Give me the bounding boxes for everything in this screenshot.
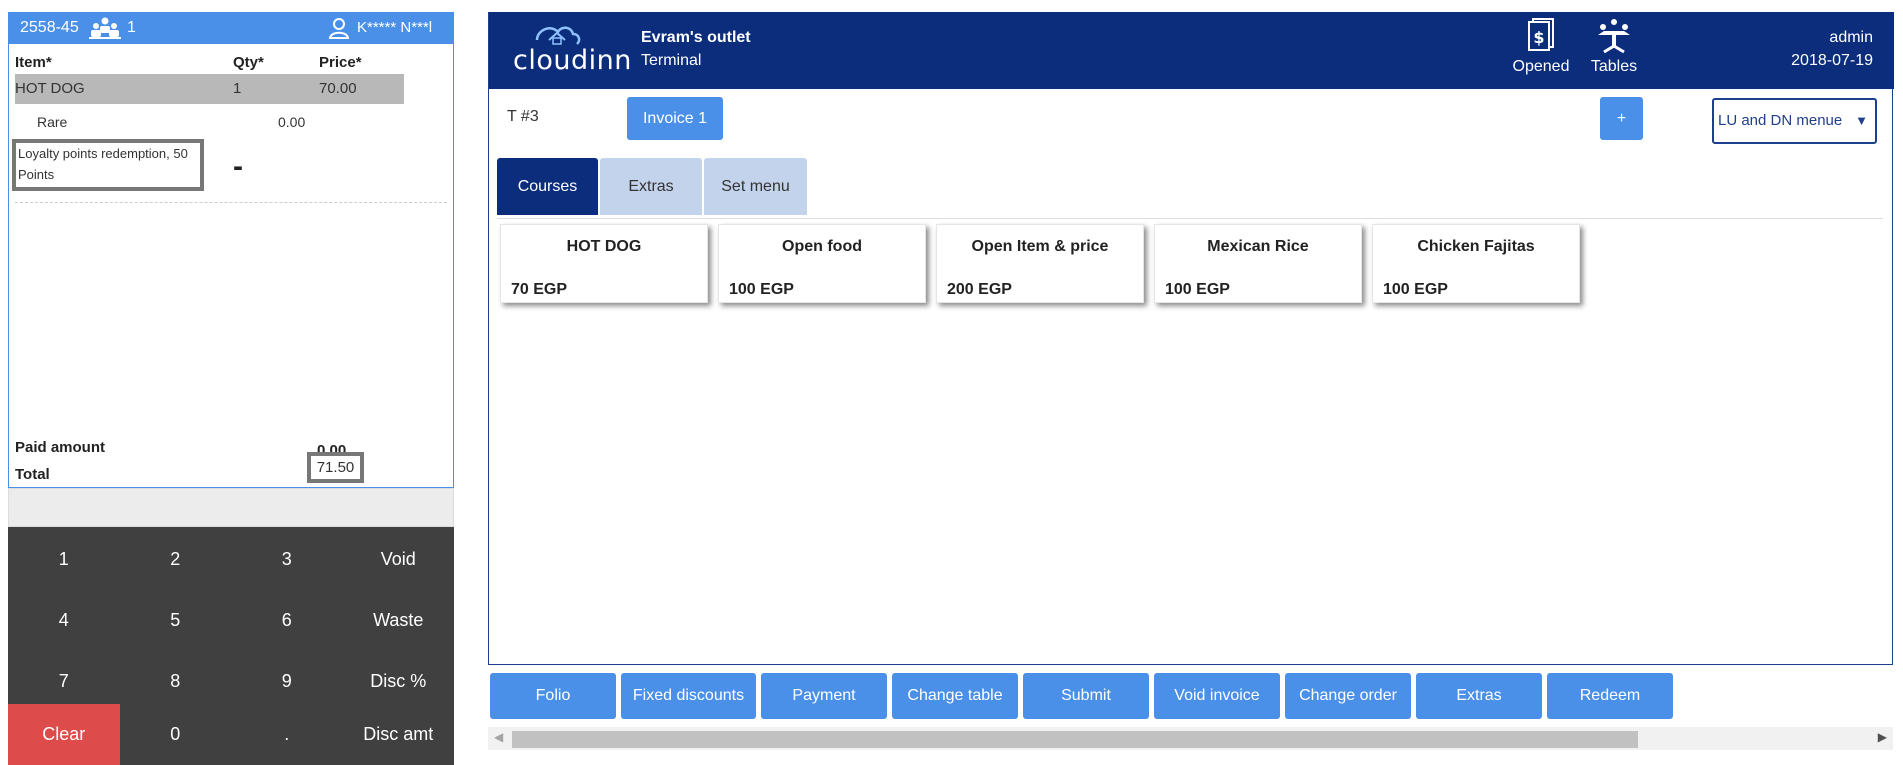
numpad-key-0[interactable]: 0 (120, 704, 232, 765)
column-header-price: Price* (319, 54, 362, 71)
receipt-icon: $ (1528, 18, 1554, 51)
menu-item-price: 200 EGP (947, 281, 1012, 298)
menu-select[interactable]: LU and DN menue ▼ (1712, 98, 1877, 144)
modifier-price: 0.00 (278, 114, 306, 130)
redeem-button[interactable]: Redeem (1547, 673, 1673, 719)
ticket-header: 2558-45 1 K***** N***l (8, 12, 454, 44)
numpad-key-6[interactable]: 6 (231, 590, 343, 651)
tables-button[interactable]: Tables (1581, 18, 1647, 84)
column-header-qty: Qty* (233, 54, 264, 71)
menu-item-name: Open Item & price (971, 238, 1109, 255)
scrollbar-thumb[interactable] (512, 731, 1638, 748)
menu-select-value: LU and DN menue (1718, 112, 1843, 129)
opened-button[interactable]: $ Opened (1508, 18, 1574, 84)
svg-text:$: $ (1533, 28, 1544, 47)
change-table-button[interactable]: Change table (892, 673, 1018, 719)
loyalty-remove-mark[interactable]: - (233, 150, 243, 184)
add-invoice-button[interactable]: + (1600, 97, 1643, 140)
table-id: 2558-45 (20, 19, 79, 36)
clear-button[interactable]: Clear (8, 704, 120, 765)
total-value: 71.50 (307, 452, 364, 483)
tab-set-menu[interactable]: Set menu (704, 158, 807, 215)
line-item-name: HOT DOG (15, 80, 85, 97)
ticket-body: Item* Qty* Price* HOT DOG 1 70.00 Rare 0… (8, 44, 454, 488)
user-icon (328, 18, 350, 39)
menu-item-name: Open food (782, 238, 862, 255)
numpad: 1 2 3 Void 4 5 6 Waste 7 8 9 Disc % Clea… (8, 527, 454, 765)
discount-amount-button[interactable]: Disc amt (343, 704, 455, 765)
ticket-panel: 2558-45 1 K***** N***l Item* Qty* Price*… (8, 12, 454, 765)
business-date: 2018-07-19 (1791, 52, 1873, 69)
change-order-button[interactable]: Change order (1285, 673, 1411, 719)
extras-button[interactable]: Extras (1416, 673, 1542, 719)
fixed-discounts-button[interactable]: Fixed discounts (621, 673, 756, 719)
menu-item-price: 70 EGP (511, 281, 568, 298)
paid-amount-label: Paid amount (15, 439, 106, 456)
payment-button[interactable]: Payment (761, 673, 887, 719)
invoice-tab-button[interactable]: Invoice 1 (627, 97, 723, 140)
tab-courses[interactable]: Courses (497, 158, 598, 215)
user-name: K***** N***l (357, 19, 433, 36)
scroll-left-icon[interactable]: ◀ (494, 730, 503, 744)
menu-item-name: Chicken Fajitas (1417, 238, 1535, 255)
menu-item-card[interactable]: HOT DOG 70 EGP (500, 224, 708, 303)
cloudinn-logo: cloudinn (511, 18, 631, 76)
outlet-name: Evram's outlet (641, 29, 751, 46)
menu-item-card[interactable]: Chicken Fajitas 100 EGP (1372, 224, 1580, 303)
terminal-name: Terminal (641, 52, 702, 69)
main-panel: cloudinn Evram's outlet Terminal $ Opene… (488, 12, 1894, 665)
column-header-item: Item* (15, 54, 52, 71)
table-icon (1598, 19, 1630, 54)
menu-item-card[interactable]: Mexican Rice 100 EGP (1154, 224, 1362, 303)
menu-item-name: Mexican Rice (1207, 238, 1309, 255)
ticket-divider (15, 202, 447, 203)
folio-button[interactable]: Folio (490, 673, 616, 719)
void-button[interactable]: Void (343, 529, 455, 590)
numpad-key-2[interactable]: 2 (120, 529, 232, 590)
horizontal-scrollbar[interactable]: ◀ ▶ (488, 727, 1893, 750)
discount-percent-button[interactable]: Disc % (343, 651, 455, 712)
ticket-line-selected[interactable]: HOT DOG 1 70.00 (15, 74, 404, 104)
total-label: Total (15, 466, 50, 483)
submit-button[interactable]: Submit (1023, 673, 1149, 719)
void-invoice-button[interactable]: Void invoice (1154, 673, 1280, 719)
waste-button[interactable]: Waste (343, 590, 455, 651)
input-display (8, 488, 454, 527)
numpad-key-decimal[interactable]: . (231, 704, 343, 765)
numpad-key-3[interactable]: 3 (231, 529, 343, 590)
numpad-key-9[interactable]: 9 (231, 651, 343, 712)
opened-label: Opened (1512, 58, 1570, 75)
guest-count: 1 (127, 19, 136, 36)
line-item-price: 70.00 (319, 80, 357, 97)
table-number: T #3 (507, 108, 539, 125)
menu-item-price: 100 EGP (1383, 281, 1448, 298)
modifier-name: Rare (37, 114, 68, 130)
menu-item-card[interactable]: Open food 100 EGP (718, 224, 926, 303)
scroll-right-icon[interactable]: ▶ (1878, 730, 1887, 744)
menu-item-card[interactable]: Open Item & price 200 EGP (936, 224, 1144, 303)
guests-icon (89, 17, 121, 39)
tabs-divider (497, 218, 1883, 219)
numpad-key-5[interactable]: 5 (120, 590, 232, 651)
logo-text: cloudinn (513, 45, 632, 76)
numpad-key-1[interactable]: 1 (8, 529, 120, 590)
admin-user: admin (1829, 29, 1873, 46)
menu-item-name: HOT DOG (566, 238, 642, 255)
loyalty-redemption-line[interactable]: Loyalty points redemption, 50 Points (12, 139, 204, 191)
menu-item-price: 100 EGP (729, 281, 794, 298)
numpad-key-7[interactable]: 7 (8, 651, 120, 712)
menu-item-price: 100 EGP (1165, 281, 1230, 298)
numpad-key-8[interactable]: 8 (120, 651, 232, 712)
tables-label: Tables (1590, 58, 1638, 75)
chevron-down-icon: ▼ (1855, 113, 1868, 128)
numpad-key-4[interactable]: 4 (8, 590, 120, 651)
top-bar: cloudinn Evram's outlet Terminal $ Opene… (489, 12, 1894, 89)
tab-extras[interactable]: Extras (600, 158, 702, 215)
line-item-qty: 1 (233, 80, 242, 97)
